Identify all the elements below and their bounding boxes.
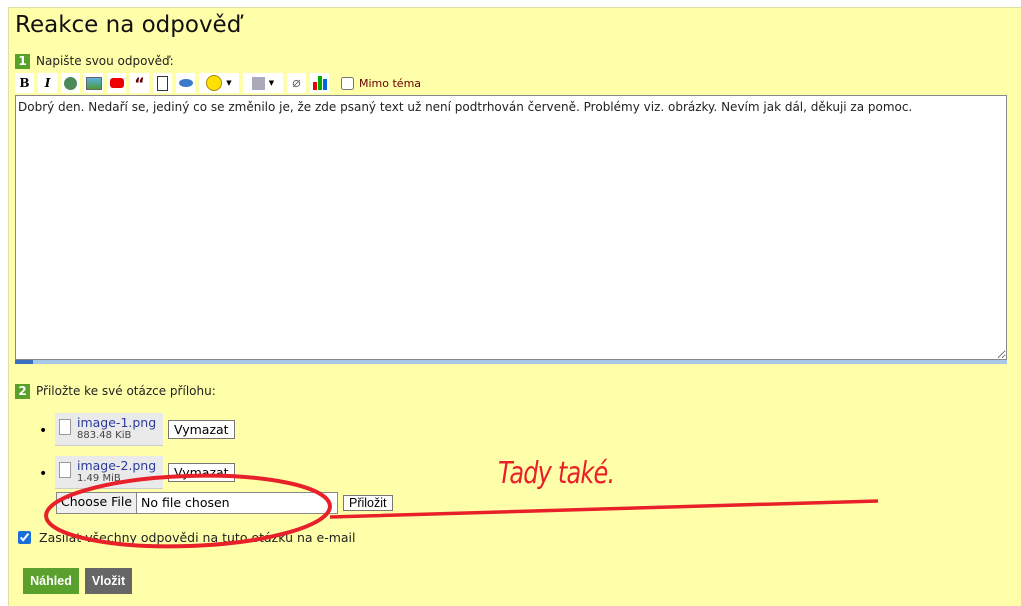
annotation-line bbox=[329, 499, 879, 519]
annotation-ellipse bbox=[44, 473, 332, 549]
annotation-overlay bbox=[44, 473, 879, 549]
annotation-text: Tady také. bbox=[498, 456, 615, 491]
